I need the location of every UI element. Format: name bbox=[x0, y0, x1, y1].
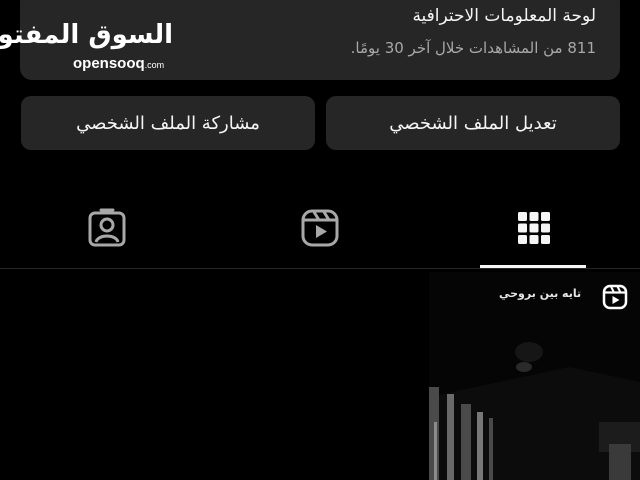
watermark-brand: opensooq bbox=[73, 55, 145, 72]
reels-icon bbox=[300, 208, 340, 252]
tagged-icon bbox=[87, 208, 127, 252]
watermark-arabic-text: السوق المفتوح bbox=[0, 20, 174, 50]
dashboard-views-summary: 811 من المشاهدات خلال آخر 30 يومًا. bbox=[350, 39, 596, 57]
opensooq-watermark-logo: السوق المفتوح opensooq.com bbox=[0, 20, 175, 75]
tab-reels[interactable] bbox=[240, 196, 400, 266]
post-thumbnail-reel[interactable]: تايه بين بروحي bbox=[429, 272, 640, 480]
dashboard-title: لوحة المعلومات الاحترافية bbox=[412, 6, 596, 26]
edit-profile-button[interactable]: تعديل الملف الشخصي bbox=[326, 96, 620, 150]
post-caption-text: تايه بين بروحي bbox=[499, 287, 582, 300]
watermark-suffix: .com bbox=[144, 60, 165, 70]
share-profile-button[interactable]: مشاركة الملف الشخصي bbox=[21, 96, 315, 150]
tabs-divider bbox=[0, 268, 640, 269]
tab-posts-grid[interactable] bbox=[454, 196, 614, 266]
watermark-latin-text: opensooq.com bbox=[73, 55, 164, 72]
reel-badge-icon bbox=[602, 284, 628, 314]
tab-tagged[interactable] bbox=[27, 196, 187, 266]
grid-icon bbox=[517, 208, 551, 252]
